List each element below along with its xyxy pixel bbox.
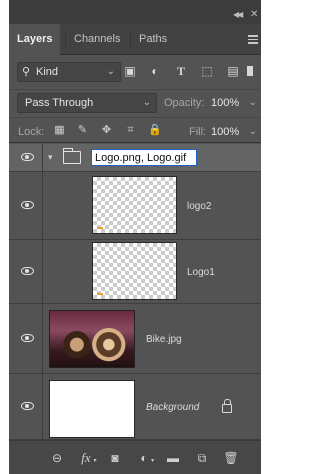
layer-name: Background <box>146 402 200 413</box>
eye-icon <box>21 267 34 275</box>
chevron-down-icon: ⌄ <box>106 66 115 77</box>
kind-filter-select[interactable]: ⚲ Kind ⌄ <box>17 62 121 82</box>
layer-row[interactable]: Background <box>9 374 261 440</box>
double-chevron-right-icon[interactable]: ◀◀ <box>233 10 243 19</box>
blend-mode-label: Pass Through <box>25 97 94 109</box>
eye-icon <box>21 201 34 209</box>
layer-row[interactable]: Bike.jpg <box>9 304 261 374</box>
lock-position-icon[interactable]: ✥ <box>100 124 113 137</box>
opacity-input[interactable]: 100% <box>211 97 239 109</box>
fill-input[interactable]: 100% <box>211 126 239 138</box>
panel-tabs: Layers Channels Paths <box>9 24 261 55</box>
layer-thumbnail <box>49 310 135 368</box>
tab-label: Layers <box>17 33 53 45</box>
visibility-toggle[interactable] <box>9 304 43 373</box>
chevron-down-icon: ⌄ <box>142 97 151 108</box>
fx-icon[interactable]: fx ▾ <box>78 450 96 466</box>
tab-channels[interactable]: Channels <box>66 24 128 55</box>
fx-label: fx <box>81 450 91 465</box>
visibility-toggle[interactable] <box>9 172 43 239</box>
visibility-toggle[interactable] <box>9 144 43 171</box>
layer-thumbnail <box>92 176 177 234</box>
lock-row: Lock: ▦ ✎ ✥ ⌗ 🔒 Fill: 100% ⌄ <box>9 117 261 143</box>
delete-icon[interactable]: 🗑 <box>223 450 239 466</box>
lock-all-icon[interactable]: 🔒 <box>148 124 162 137</box>
eye-icon <box>21 402 34 410</box>
layer-thumbnail <box>49 380 135 438</box>
visibility-toggle[interactable] <box>9 374 43 439</box>
chevron-down-icon[interactable]: ⌄ <box>249 126 257 137</box>
eye-icon <box>21 334 34 342</box>
layer-name-input[interactable]: Logo.png, Logo.gif <box>91 149 197 166</box>
kind-label: Kind <box>36 66 59 78</box>
hamburger-menu-icon[interactable] <box>248 35 258 46</box>
filter-toggle-icon[interactable] <box>247 66 253 76</box>
shape-filter-icon[interactable]: ⬚ <box>200 64 214 78</box>
layer-row-group[interactable]: ▾ Logo.png, Logo.gif <box>9 144 261 172</box>
link-layers-icon[interactable]: ⊖ <box>49 450 65 466</box>
tab-label: Paths <box>139 33 168 45</box>
new-layer-icon[interactable]: ⧉ <box>194 450 210 466</box>
lock-image-pixels-icon[interactable]: ✎ <box>76 124 89 137</box>
layer-name: Logo1 <box>187 267 215 278</box>
type-filter-icon[interactable]: T <box>174 64 188 78</box>
filter-row: ⚲ Kind ⌄ ▣ ◐ T ⬚ ▤ <box>9 58 261 86</box>
tab-layers[interactable]: Layers <box>9 24 61 55</box>
fill-label: Fill: <box>189 126 207 138</box>
chevron-down-icon[interactable]: ▾ <box>48 152 53 163</box>
adjustment-filter-icon[interactable]: ◐ <box>148 64 162 78</box>
layer-thumbnail <box>92 242 177 300</box>
folder-icon <box>62 148 81 164</box>
lock-icon <box>222 399 232 413</box>
chevron-down-icon[interactable]: ⌄ <box>249 97 257 108</box>
adjustment-layer-icon[interactable]: ◐ ▾ <box>136 450 154 466</box>
layer-row[interactable]: logo2 <box>9 172 261 240</box>
layer-name: Bike.jpg <box>146 334 182 345</box>
visibility-toggle[interactable] <box>9 240 43 303</box>
layer-row[interactable]: Logo1 <box>9 240 261 304</box>
mask-icon[interactable]: ◙ <box>107 450 123 466</box>
tab-paths[interactable]: Paths <box>131 24 175 55</box>
blend-mode-select[interactable]: Pass Through ⌄ <box>17 93 157 113</box>
close-icon[interactable]: ✕ <box>250 9 258 20</box>
lock-label: Lock: <box>18 126 45 138</box>
search-icon: ⚲ <box>22 66 31 78</box>
panel-title-bar: ◀◀ ✕ <box>9 0 261 24</box>
eye-icon <box>21 153 34 161</box>
new-group-icon[interactable]: ▬ <box>165 450 181 466</box>
pixel-filter-icon[interactable]: ▣ <box>123 64 137 78</box>
opacity-label: Opacity: <box>164 97 205 109</box>
layers-list: ▾ Logo.png, Logo.gif logo2 Logo1 Bike.jp… <box>9 144 261 440</box>
panel-bottom-bar: ⊖ fx ▾ ◙ ◐ ▾ ▬ ⧉ 🗑 <box>9 440 261 474</box>
lock-transparent-pixels-icon[interactable]: ▦ <box>53 124 66 137</box>
layers-panel: ◀◀ ✕ Layers Channels Paths ⚲ Kind ⌄ ▣ ◐ … <box>9 0 261 474</box>
tab-label: Channels <box>74 33 121 45</box>
lock-artboard-icon[interactable]: ⌗ <box>124 124 137 137</box>
blend-row: Pass Through ⌄ Opacity: 100% ⌄ <box>9 89 261 115</box>
smart-object-filter-icon[interactable]: ▤ <box>226 64 240 78</box>
layer-name: logo2 <box>187 201 212 212</box>
